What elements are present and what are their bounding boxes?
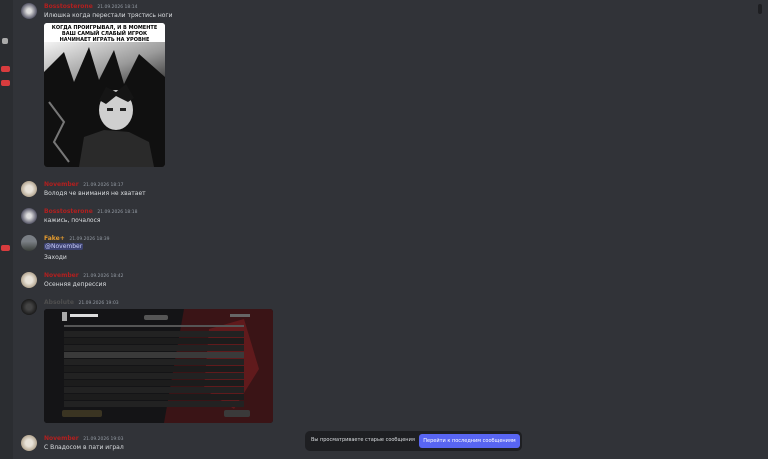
timestamp: 21.09.2026 18:18 xyxy=(97,210,138,215)
message-header: November 21.09.2026 19:03 xyxy=(44,435,123,444)
notification-badge[interactable] xyxy=(1,80,10,86)
timestamp: 21.09.2026 19:03 xyxy=(83,437,124,442)
avatar[interactable] xyxy=(21,435,37,451)
author-name[interactable]: November xyxy=(44,181,79,188)
avatar[interactable] xyxy=(21,208,37,224)
message-header: Absolute 21.09.2026 19:03 xyxy=(44,299,119,308)
timestamp: 21.09.2026 18:14 xyxy=(97,5,138,10)
message-text: Илюшка когда перестали трястись ноги xyxy=(44,12,173,19)
old-messages-text: Вы просматриваете старые сообщения xyxy=(311,437,415,443)
notification-badge[interactable] xyxy=(1,245,10,251)
message-header: November 21.09.2026 18:17 xyxy=(44,181,123,190)
scrollbar[interactable] xyxy=(758,4,762,14)
message-text: Заходи xyxy=(44,254,67,261)
avatar[interactable] xyxy=(21,181,37,197)
timestamp: 21.09.2026 18:42 xyxy=(83,274,124,279)
image-attachment[interactable] xyxy=(44,309,273,423)
message-header: November 21.09.2026 18:42 xyxy=(44,272,123,281)
author-name[interactable]: November xyxy=(44,435,79,442)
avatar[interactable] xyxy=(21,299,37,315)
author-name[interactable]: Fake+ xyxy=(44,235,65,242)
message-header: Bosstosterone 21.09.2026 18:18 xyxy=(44,208,138,217)
user-mention[interactable]: @November xyxy=(44,243,84,250)
timestamp: 21.09.2026 18:39 xyxy=(69,237,110,242)
server-sidebar xyxy=(0,0,13,459)
avatar[interactable] xyxy=(21,3,37,19)
notification-badge[interactable] xyxy=(1,66,10,72)
timestamp: 21.09.2026 19:03 xyxy=(78,301,119,306)
message-text: С Владосом в пати играл xyxy=(44,444,124,451)
game-screenshot xyxy=(44,309,273,423)
message-text: Володя че внимания не хватает xyxy=(44,190,146,197)
old-messages-banner: Вы просматриваете старые сообщения Перей… xyxy=(305,431,522,451)
meme-caption: КОГДА ПРОИГРЫВАЛ, И В МОМЕНТЕ ВАШ САМЫЙ … xyxy=(44,23,165,49)
author-name[interactable]: November xyxy=(44,272,79,279)
chat-area: Bosstosterone 21.09.2026 18:14 Илюшка ко… xyxy=(13,0,768,459)
message-text: Осенняя депрессия xyxy=(44,281,107,288)
author-name[interactable]: Bosstosterone xyxy=(44,3,93,10)
manga-image xyxy=(44,42,165,167)
manga-figure xyxy=(44,47,165,167)
jump-to-present-button[interactable]: Перейти к последним сообщениям xyxy=(419,434,520,448)
player-rows xyxy=(64,331,244,407)
message-mention-line: @November xyxy=(44,243,84,251)
timestamp: 21.09.2026 18:17 xyxy=(83,183,124,188)
image-attachment[interactable]: КОГДА ПРОИГРЫВАЛ, И В МОМЕНТЕ ВАШ САМЫЙ … xyxy=(44,23,165,167)
message-text: кажись, почалося xyxy=(44,217,101,224)
avatar[interactable] xyxy=(21,235,37,251)
message-header: Bosstosterone 21.09.2026 18:14 xyxy=(44,3,138,12)
server-icon[interactable] xyxy=(2,38,8,44)
author-name[interactable]: Absolute xyxy=(44,299,74,306)
avatar[interactable] xyxy=(21,272,37,288)
author-name[interactable]: Bosstosterone xyxy=(44,208,93,215)
